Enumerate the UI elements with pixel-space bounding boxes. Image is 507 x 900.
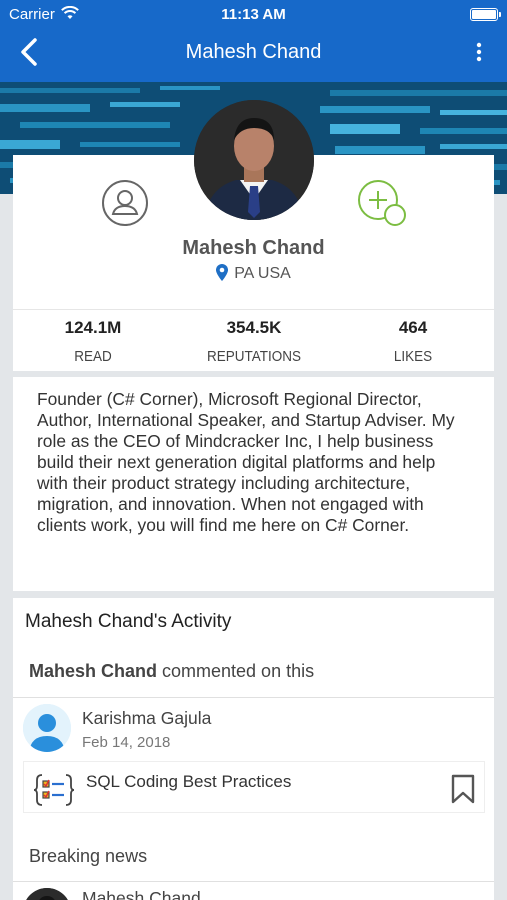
post-title[interactable]: SQL Coding Best Practices	[86, 772, 291, 792]
activity-card: Mahesh Chand's Activity Mahesh Chand com…	[13, 598, 494, 900]
author-avatar[interactable]	[23, 888, 71, 900]
bookmark-icon[interactable]	[450, 774, 476, 804]
bio-card: Founder (C# Corner), Microsoft Regional …	[13, 377, 494, 591]
code-checklist-icon	[34, 774, 74, 806]
stat-label: REPUTATIONS	[206, 348, 301, 365]
stat-likes[interactable]: 464 LIKES	[343, 318, 483, 365]
page-title: Mahesh Chand	[185, 41, 322, 63]
post-item[interactable]: SQL Coding Best Practices	[23, 761, 485, 813]
divider	[13, 881, 494, 882]
stat-label: READ	[74, 348, 112, 365]
profile-avatar	[194, 100, 314, 220]
top-bar: Carrier 11:13 AM Mahesh Chand	[0, 0, 507, 82]
profile-location: PA USA	[0, 264, 507, 283]
location-text: PA USA	[234, 265, 291, 282]
author-name[interactable]: Karishma Gajula	[82, 708, 211, 729]
author-name[interactable]: Mahesh Chand	[82, 888, 201, 900]
divider	[13, 309, 494, 310]
author-avatar[interactable]	[23, 704, 71, 752]
stat-label: LIKES	[393, 348, 433, 365]
stat-read[interactable]: 124.1M READ	[23, 318, 163, 365]
clock: 11:13 AM	[221, 6, 286, 23]
bio-text: Founder (C# Corner), Microsoft Regional …	[37, 389, 455, 535]
activity-summary: Mahesh Chand commented on this	[29, 661, 314, 682]
status-bar: Carrier 11:13 AM	[0, 0, 507, 28]
post-date: Feb 14, 2018	[82, 734, 171, 751]
activity-actor[interactable]: Mahesh Chand	[29, 661, 157, 681]
profile-name: Mahesh Chand	[182, 237, 325, 259]
add-friend-icon[interactable]	[357, 179, 407, 229]
more-vertical-icon[interactable]	[475, 42, 483, 62]
stat-value: 464	[398, 318, 428, 337]
activity-action: commented on this	[157, 661, 315, 681]
stat-value: 124.1M	[64, 318, 122, 337]
stat-reputations[interactable]: 354.5K REPUTATIONS	[184, 318, 324, 365]
follow-user-icon[interactable]	[101, 179, 149, 227]
battery-icon	[470, 8, 501, 21]
activity-title: Mahesh Chand's Activity	[25, 611, 232, 632]
stat-value: 354.5K	[226, 318, 282, 337]
divider	[13, 697, 494, 698]
location-pin-icon	[216, 264, 229, 281]
breaking-news-label: Breaking news	[29, 846, 148, 866]
navigation-bar: Mahesh Chand	[0, 28, 507, 78]
